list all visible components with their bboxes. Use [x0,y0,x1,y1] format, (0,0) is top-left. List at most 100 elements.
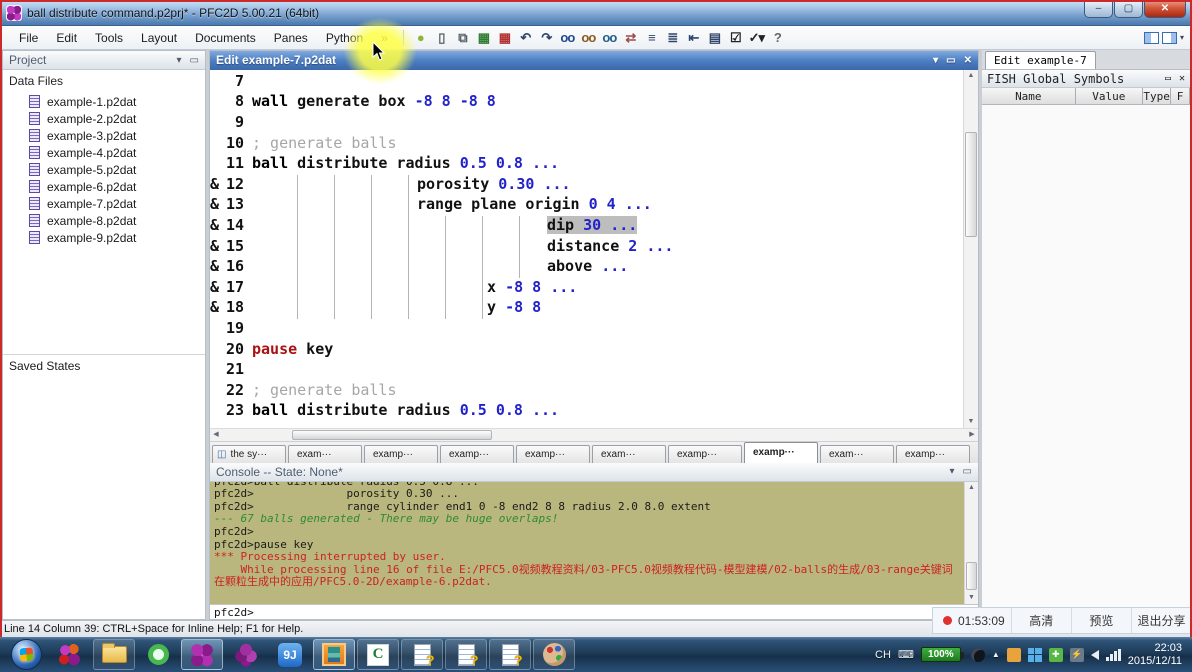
paint-app-icon[interactable] [533,639,575,670]
data-file-item[interactable]: example-3.p2dat [3,127,205,144]
window-titlebar[interactable]: ball distribute command.p2prj* - PFC2D 5… [0,0,1192,26]
project-panel-header[interactable]: Project ▾ ▭ [3,51,205,70]
menu-python[interactable]: Python [317,28,372,48]
doc-tab-1[interactable]: exam··· [288,444,362,463]
data-file-item[interactable]: example-5.p2dat [3,161,205,178]
caj-viewer-icon[interactable]: C [357,639,399,670]
menu-edit[interactable]: Edit [47,28,86,48]
restore-panel-icon[interactable]: ▭ [946,55,955,66]
gj-app-icon[interactable]: 9J [269,639,311,670]
security-tray-icon[interactable] [1006,647,1021,662]
help-doc-icon-3[interactable]: ? [489,639,531,670]
menu-documents[interactable]: Documents [186,28,265,48]
image-viewer-icon[interactable] [313,639,355,670]
record-icon[interactable]: ● [410,28,431,48]
close-panel-icon[interactable]: ✕ [1179,73,1185,84]
data-file-item[interactable]: example-8.p2dat [3,212,205,229]
taskbar-clock[interactable]: 22:03 2015/12/11 [1128,642,1182,668]
file-explorer-icon[interactable] [93,639,135,670]
windows-flag-icon[interactable] [1027,647,1042,662]
update-tray-icon[interactable]: ✚ [1048,647,1063,662]
doc-tab-2[interactable]: examp··· [364,444,438,463]
data-file-item[interactable]: example-9.p2dat [3,229,205,246]
data-file-item[interactable]: example-2.p2dat [3,110,205,127]
data-file-item[interactable]: example-1.p2dat [3,93,205,110]
tab-edit-example-7[interactable]: Edit example-7 [985,51,1096,69]
menu-panes[interactable]: Panes [265,28,317,48]
find-next-icon[interactable]: oo [578,28,599,48]
console-header[interactable]: Console -- State: None* ▾ ▭ [210,462,978,482]
doc-tab-4[interactable]: examp··· [516,444,590,463]
language-indicator[interactable]: CH [875,649,891,661]
scrollbar-thumb[interactable] [966,562,977,591]
doc-tab-9[interactable]: examp··· [896,444,970,463]
new-document-icon[interactable]: ▯ [431,28,452,48]
pane-layout-icon[interactable] [1161,31,1177,44]
help-icon[interactable]: ? [767,28,788,48]
doc-tab-3[interactable]: examp··· [440,444,514,463]
network-signal-icon[interactable] [1105,648,1121,661]
replace-icon[interactable]: ⇄ [620,28,641,48]
list-check-icon[interactable]: ▤ [704,28,725,48]
split-pane-icon[interactable] [1143,31,1159,44]
console-output[interactable]: pfc2d>ball distribute radius 0.5 0.8 ...… [210,481,978,605]
fish-column-type[interactable]: Type [1143,88,1172,104]
battery-indicator[interactable]: 100% [920,647,964,662]
power-plug-icon[interactable]: ⚡ [1069,647,1084,662]
editor-vertical-scrollbar[interactable]: ▲ ▼ [963,69,978,428]
fish-column-value[interactable]: Value [1076,88,1144,104]
pfc2d-app-icon[interactable] [181,639,223,670]
doc-tab-8[interactable]: exam··· [820,444,894,463]
indent-icon[interactable]: ≡ [641,28,662,48]
browser-icon[interactable] [137,639,179,670]
menu-layout[interactable]: Layout [132,28,186,48]
scroll-down-icon[interactable]: ▼ [965,592,978,604]
redo-icon[interactable]: ↷ [536,28,557,48]
checkbox-icon[interactable]: ☑ [725,28,746,48]
data-file-item[interactable]: example-7.p2dat [3,195,205,212]
scroll-down-icon[interactable]: ▼ [964,416,978,428]
keyboard-icon[interactable]: ⌨ [898,648,914,661]
console-vertical-scrollbar[interactable]: ▲ ▼ [964,481,978,605]
editor-header[interactable]: Edit example-7.p2dat ▾ ▭ ✕ [210,51,978,70]
saved-states-label[interactable]: Saved States [3,354,205,377]
help-doc-icon-1[interactable]: ? [401,639,443,670]
menu-file[interactable]: File [10,28,47,48]
share-button-2[interactable]: 退出分享 [1130,608,1191,633]
save-document-icon[interactable]: ▦ [473,28,494,48]
data-file-item[interactable]: example-6.p2dat [3,178,205,195]
undo-icon[interactable]: ↶ [515,28,536,48]
volume-icon[interactable] [1090,649,1099,660]
minimize-button[interactable]: – [1084,0,1113,18]
align-icon[interactable]: ≣ [662,28,683,48]
scroll-up-icon[interactable]: ▲ [965,482,978,494]
particles-app-icon[interactable] [225,639,267,670]
data-file-item[interactable]: example-4.p2dat [3,144,205,161]
pfc-project-icon[interactable] [49,639,91,670]
scrollbar-thumb[interactable] [292,429,492,440]
dropdown-icon[interactable]: ▾ [950,466,955,477]
moon-power-icon[interactable] [970,647,985,662]
open-document-icon[interactable]: ⧉ [452,28,473,48]
close-panel-icon[interactable]: ✕ [964,55,972,66]
minimize-panel-icon[interactable]: ▭ [190,55,199,66]
help-doc-icon-2[interactable]: ? [445,639,487,670]
close-document-icon[interactable]: ▦ [494,28,515,48]
doc-tab-6[interactable]: examp··· [668,444,742,463]
find-icon[interactable]: oo [557,28,578,48]
doc-tab-7[interactable]: examp··· [744,441,818,463]
fish-column-name[interactable]: Name [982,88,1076,104]
doc-tab-0[interactable]: ◫ the sy··· [212,444,286,463]
menu-tools[interactable]: Tools [86,28,132,48]
scroll-up-icon[interactable]: ▲ [964,70,978,82]
doc-tab-5[interactable]: exam··· [592,444,666,463]
unindent-icon[interactable]: ⇤ [683,28,704,48]
tray-expand-icon[interactable]: ▲ [992,650,1000,659]
dropdown-icon[interactable]: ▾ [933,55,938,66]
validate-icon[interactable]: ✓▾ [746,28,767,48]
console-input[interactable]: pfc2d> [210,604,978,620]
find-in-files-icon[interactable]: oo [599,28,620,48]
chevron-down-icon[interactable]: ▾ [1180,33,1184,42]
minimize-panel-icon[interactable]: ▭ [963,466,972,477]
dropdown-icon[interactable]: ▾ [177,55,182,66]
